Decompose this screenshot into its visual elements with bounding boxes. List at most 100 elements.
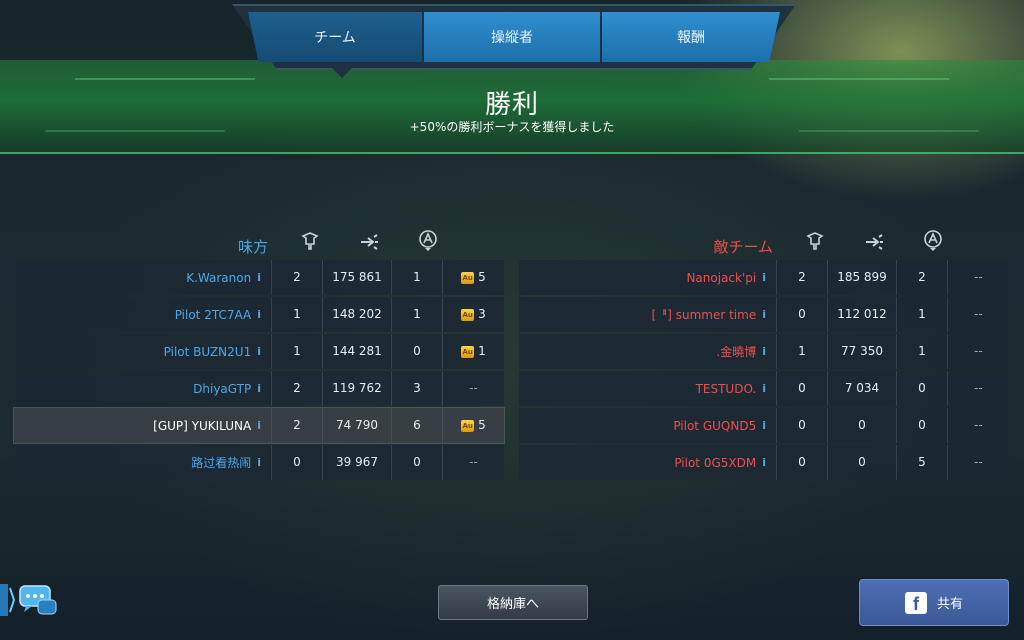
enemy-team-name: 敵チーム <box>713 238 773 256</box>
info-icon[interactable]: i <box>257 308 261 321</box>
ally-team-header: 味方 <box>14 228 504 260</box>
kills-value: 0 <box>777 408 828 443</box>
reward-value: 1 <box>478 344 486 358</box>
reward-value: -- <box>974 270 983 284</box>
damage-value: 119 762 <box>323 371 392 406</box>
tab-pilots[interactable]: 操縦者 <box>424 12 600 62</box>
info-icon[interactable]: i <box>762 271 766 284</box>
reward-value: -- <box>974 344 983 358</box>
table-row[interactable]: .金曉博 i 1 77 350 1 -- <box>519 334 1009 369</box>
gold-icon: Au <box>461 271 475 284</box>
share-button[interactable]: f 共有 <box>859 579 1009 626</box>
tab-rewards[interactable]: 報酬 <box>602 12 780 62</box>
info-icon[interactable]: i <box>257 345 261 358</box>
player-name[interactable]: DhiyaGTP <box>193 382 251 396</box>
info-icon[interactable]: i <box>762 345 766 358</box>
chat-button[interactable] <box>0 578 62 622</box>
assists-value: 0 <box>897 408 948 443</box>
reward-value: -- <box>974 418 983 432</box>
assists-value: 1 <box>897 334 948 369</box>
reward-cell: Au 1 <box>443 334 504 369</box>
assist-icon <box>923 230 943 252</box>
player-name[interactable]: TESTUDO. <box>696 382 757 396</box>
assists-value: 0 <box>392 445 443 480</box>
table-row[interactable]: DhiyaGTP i 2 119 762 3 -- <box>14 371 504 406</box>
tab-bar: チーム 操縦者 報酬 <box>248 12 780 62</box>
player-name[interactable]: [GUP] YUKILUNA <box>153 419 251 433</box>
reward-cell: Au 3 <box>443 297 504 332</box>
reward-value: 3 <box>478 307 486 321</box>
reward-cell: Au 5 <box>443 408 504 443</box>
info-icon[interactable]: i <box>257 382 261 395</box>
info-icon[interactable]: i <box>762 382 766 395</box>
enemy-team-panel: 敵チーム Nanojack'pi i 2 185 899 2 -- [ᅤ] sum… <box>519 228 1009 482</box>
result-title: 勝利 <box>484 90 539 120</box>
gold-icon: Au <box>461 419 475 432</box>
gold-icon: Au <box>461 308 475 321</box>
kills-value: 2 <box>272 408 323 443</box>
table-row[interactable]: Pilot GUQND5 i 0 0 0 -- <box>519 408 1009 443</box>
damage-value: 0 <box>828 408 897 443</box>
player-cell: .金曉博 i <box>519 334 777 369</box>
kills-value: 2 <box>272 260 323 295</box>
player-name[interactable]: .金曉博 <box>716 343 756 360</box>
share-label: 共有 <box>936 597 963 612</box>
table-row[interactable]: [ᅤ] summer time i 0 112 012 1 -- <box>519 297 1009 332</box>
damage-value: 175 861 <box>323 260 392 295</box>
reward-value: 5 <box>478 270 486 284</box>
damage-value: 77 350 <box>828 334 897 369</box>
player-name[interactable]: Pilot GUQND5 <box>673 419 756 433</box>
table-row[interactable]: Pilot 0G5XDM i 0 0 5 -- <box>519 445 1009 480</box>
player-cell: Pilot GUQND5 i <box>519 408 777 443</box>
reward-cell: -- <box>948 297 1009 332</box>
kills-value: 2 <box>272 371 323 406</box>
tab-team[interactable]: チーム <box>248 12 422 62</box>
player-cell: TESTUDO. i <box>519 371 777 406</box>
table-row-self[interactable]: [GUP] YUKILUNA i 2 74 790 6 Au 5 <box>13 407 505 444</box>
damage-value: 112 012 <box>828 297 897 332</box>
table-row[interactable]: Pilot 2TC7AA i 1 148 202 1 Au 3 <box>14 297 504 332</box>
info-icon[interactable]: i <box>762 308 766 321</box>
assists-value: 1 <box>897 297 948 332</box>
table-row[interactable]: Pilot BUZN2U1 i 1 144 281 0 Au 1 <box>14 334 504 369</box>
reward-cell: Au 5 <box>443 260 504 295</box>
damage-value: 74 790 <box>323 408 392 443</box>
player-name[interactable]: K.Waranon <box>186 271 251 285</box>
reward-cell: -- <box>948 408 1009 443</box>
player-cell: [GUP] YUKILUNA i <box>14 408 272 443</box>
player-name[interactable]: Pilot 0G5XDM <box>674 456 756 470</box>
info-icon[interactable]: i <box>762 419 766 432</box>
reward-value: -- <box>974 381 983 395</box>
info-icon[interactable]: i <box>257 456 261 469</box>
table-row[interactable]: TESTUDO. i 0 7 034 0 -- <box>519 371 1009 406</box>
player-name[interactable]: Pilot BUZN2U1 <box>164 345 252 359</box>
player-name[interactable]: Nanojack'pi <box>686 271 756 285</box>
damage-value: 185 899 <box>828 260 897 295</box>
damage-value: 39 967 <box>323 445 392 480</box>
damage-value: 148 202 <box>323 297 392 332</box>
facebook-icon: f <box>904 591 927 614</box>
reward-cell: -- <box>948 260 1009 295</box>
info-icon[interactable]: i <box>257 271 261 284</box>
info-icon[interactable]: i <box>257 419 261 432</box>
go-to-hangar-button[interactable]: 格納庫へ <box>438 585 588 620</box>
player-name[interactable]: [ᅤ] summer time <box>652 306 757 323</box>
ally-team-panel: 味方 K.Waranon i 2 175 861 1 Au 5 Pilot 2TC7… <box>13 228 505 482</box>
kills-value: 1 <box>777 334 828 369</box>
damage-icon <box>864 230 884 252</box>
damage-value: 0 <box>828 445 897 480</box>
damage-value: 144 281 <box>323 334 392 369</box>
active-tab-pointer <box>326 62 358 78</box>
player-name[interactable]: Pilot 2TC7AA <box>175 308 252 322</box>
player-cell: K.Waranon i <box>14 260 272 295</box>
table-row[interactable]: Nanojack'pi i 2 185 899 2 -- <box>519 260 1009 295</box>
info-icon[interactable]: i <box>762 456 766 469</box>
enemy-team-header: 敵チーム <box>519 228 1009 260</box>
table-row[interactable]: K.Waranon i 2 175 861 1 Au 5 <box>14 260 504 295</box>
kills-value: 0 <box>777 445 828 480</box>
damage-icon <box>359 230 379 252</box>
table-row[interactable]: 路过看热闹 i 0 39 967 0 -- <box>14 445 504 480</box>
player-name[interactable]: 路过看热闹 <box>191 454 251 471</box>
kills-value: 1 <box>272 334 323 369</box>
reward-value: -- <box>469 381 478 395</box>
